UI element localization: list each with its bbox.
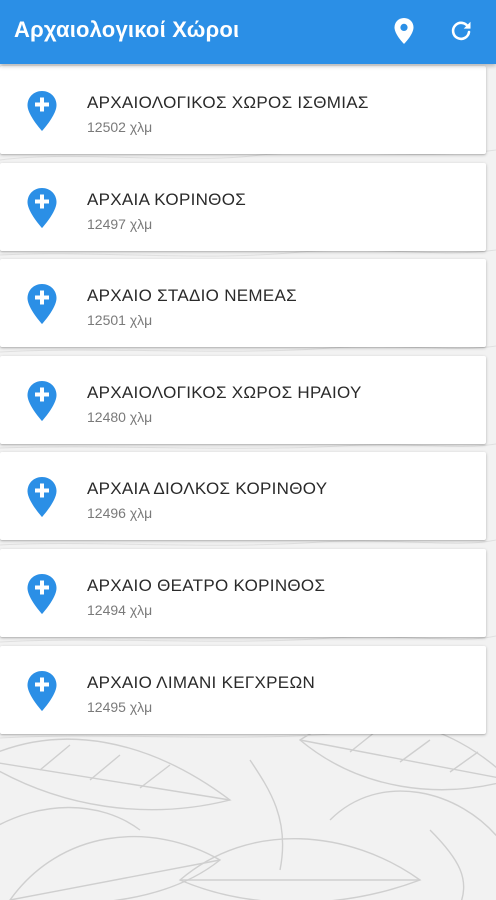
site-distance: 12496 χλμ	[87, 505, 153, 521]
site-distance: 12494 χλμ	[87, 602, 153, 618]
site-name: ΑΡΧΑΙΟ ΣΤΑΔΙΟ ΝΕΜΕΑΣ	[87, 286, 297, 305]
add-location-pin-icon	[27, 188, 57, 228]
app-title: Αρχαιολογικοί Χώροι	[14, 17, 240, 42]
add-location-pin-icon	[27, 574, 57, 614]
refresh-icon	[451, 21, 471, 41]
site-name: ΑΡΧΑΙΑ ΚΟΡΙΝΘΟΣ	[87, 190, 247, 209]
list-item[interactable]: ΑΡΧΑΙΟ ΘΕΑΤΡΟ ΚΟΡΙΝΘΟΣ 12494 χλμ	[0, 549, 486, 637]
list-item[interactable]: ΑΡΧΑΙΟΛΟΓΙΚΟΣ ΧΩΡΟΣ ΙΣΘΜΙΑΣ 12502 χλμ	[0, 66, 486, 154]
site-name: ΑΡΧΑΙΟ ΘΕΑΤΡΟ ΚΟΡΙΝΘΟΣ	[87, 576, 326, 595]
list-item[interactable]: ΑΡΧΑΙΟΛΟΓΙΚΟΣ ΧΩΡΟΣ ΗΡΑΙΟΥ 12480 χλμ	[0, 356, 486, 444]
add-location-pin-icon	[27, 671, 57, 711]
site-distance: 12495 χλμ	[87, 699, 153, 715]
site-distance: 12501 χλμ	[87, 312, 153, 328]
add-location-pin-icon	[27, 284, 57, 324]
site-name: ΑΡΧΑΙΟΛΟΓΙΚΟΣ ΧΩΡΟΣ ΙΣΘΜΙΑΣ	[87, 93, 369, 112]
site-distance: 12502 χλμ	[87, 119, 153, 135]
site-name: ΑΡΧΑΙΑ ΔΙΟΛΚΟΣ ΚΟΡΙΝΘΟΥ	[87, 479, 328, 498]
add-location-pin-icon	[27, 381, 57, 421]
site-distance: 12497 χλμ	[87, 216, 153, 232]
list-item[interactable]: ΑΡΧΑΙΑ ΚΟΡΙΝΘΟΣ 12497 χλμ	[0, 163, 486, 251]
app-bar: Αρχαιολογικοί Χώροι	[0, 0, 496, 64]
site-name: ΑΡΧΑΙΟ ΛΙΜΑΝΙ ΚΕΓΧΡΕΩΝ	[87, 673, 316, 692]
list-item[interactable]: ΑΡΧΑΙΑ ΔΙΟΛΚΟΣ ΚΟΡΙΝΘΟΥ 12496 χλμ	[0, 452, 486, 540]
list-item[interactable]: ΑΡΧΑΙΟ ΛΙΜΑΝΙ ΚΕΓΧΡΕΩΝ 12495 χλμ	[0, 646, 486, 734]
location-button[interactable]	[389, 14, 419, 48]
add-location-pin-icon	[27, 477, 57, 517]
site-name: ΑΡΧΑΙΟΛΟΓΙΚΟΣ ΧΩΡΟΣ ΗΡΑΙΟΥ	[87, 383, 362, 402]
refresh-button[interactable]	[446, 14, 476, 48]
location-pin-icon	[394, 18, 414, 44]
add-location-pin-icon	[27, 91, 57, 131]
site-distance: 12480 χλμ	[87, 409, 153, 425]
list-item[interactable]: ΑΡΧΑΙΟ ΣΤΑΔΙΟ ΝΕΜΕΑΣ 12501 χλμ	[0, 259, 486, 347]
